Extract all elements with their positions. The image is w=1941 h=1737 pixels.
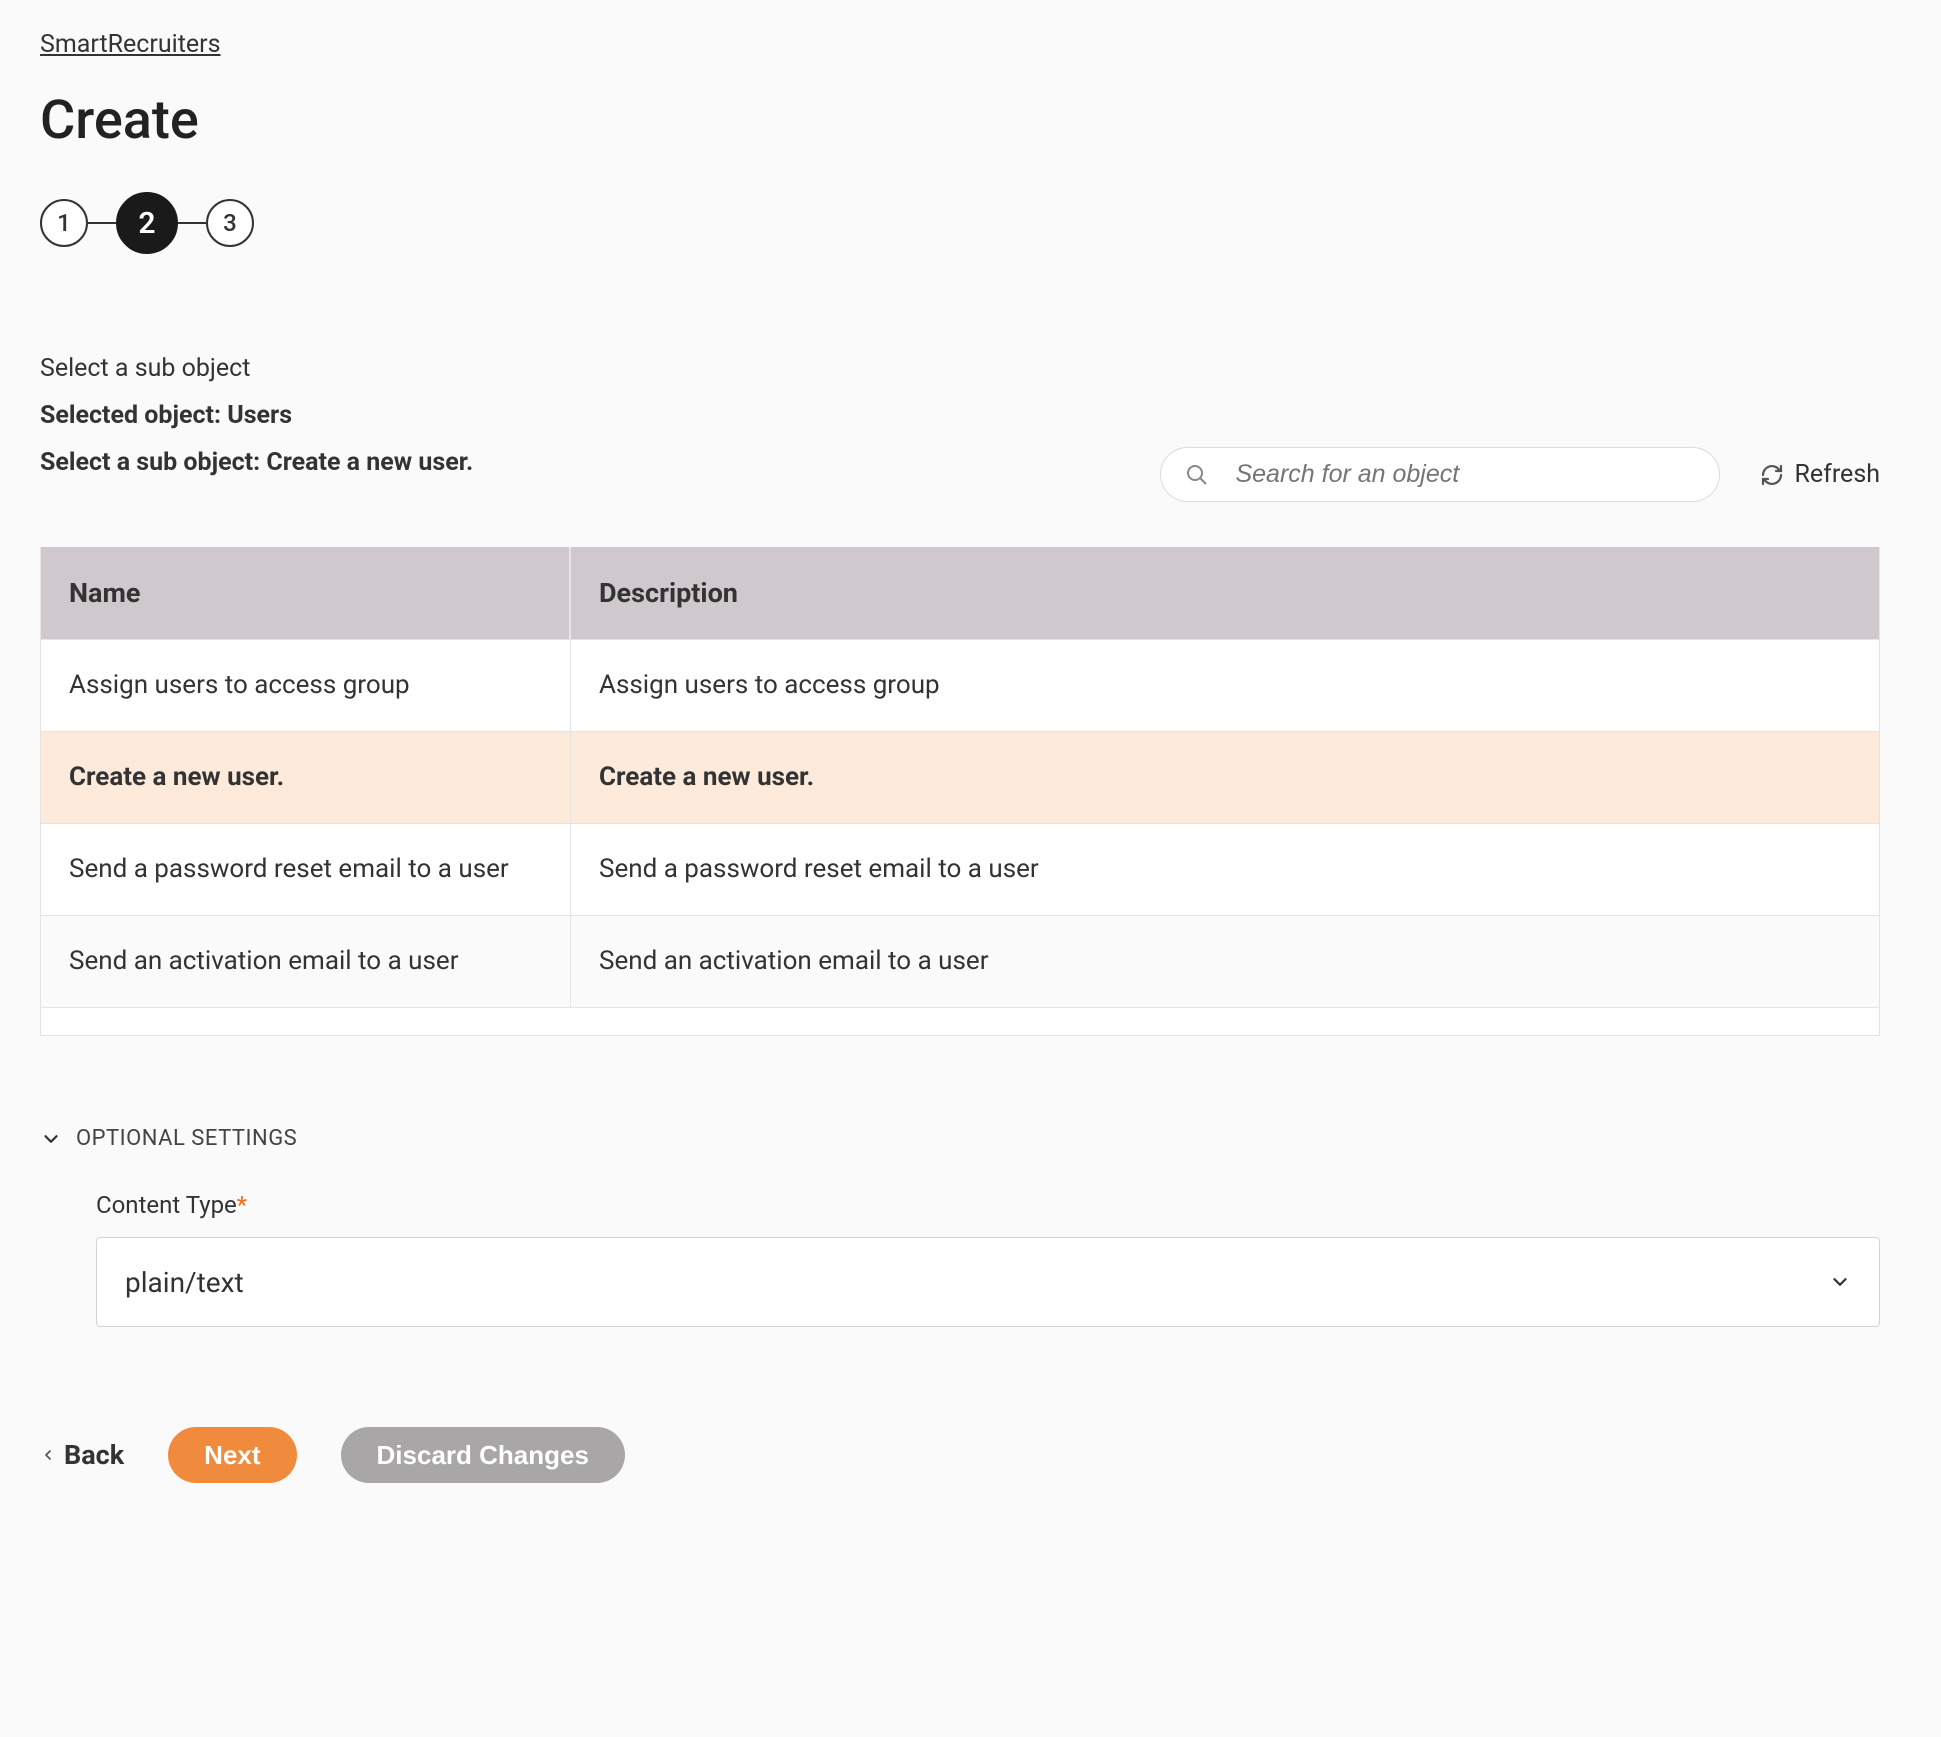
table-row[interactable]: Create a new user.Create a new user. [41, 731, 1879, 823]
content-type-select[interactable]: plain/text [96, 1237, 1880, 1327]
search-input[interactable] [1233, 459, 1695, 490]
back-button[interactable]: Back [40, 1439, 124, 1471]
stepper: 1 2 3 [40, 192, 1880, 254]
content-type-label: Content Type* [96, 1191, 1880, 1219]
header-name: Name [41, 547, 571, 639]
required-mark: * [237, 1191, 247, 1219]
next-button[interactable]: Next [168, 1427, 296, 1483]
chevron-left-icon [40, 1444, 56, 1466]
discard-button[interactable]: Discard Changes [341, 1427, 625, 1483]
step-line [178, 222, 206, 224]
content-type-value: plain/text [125, 1266, 244, 1299]
selected-object-prefix: Selected object: [40, 401, 227, 430]
refresh-icon [1760, 463, 1784, 487]
selected-object-line: Selected object: Users [40, 401, 1880, 430]
objects-table: Name Description Assign users to access … [40, 547, 1880, 1036]
step-line [88, 222, 116, 224]
table-row[interactable]: Send an activation email to a userSend a… [41, 915, 1879, 1007]
table-footer [41, 1007, 1879, 1035]
table-row[interactable]: Send a password reset email to a userSen… [41, 823, 1879, 915]
step-2[interactable]: 2 [116, 192, 178, 254]
back-label: Back [64, 1439, 124, 1471]
page-title: Create [40, 89, 1880, 152]
select-sub-object-label: Select a sub object [40, 354, 1880, 383]
optional-settings-toggle[interactable]: OPTIONAL SETTINGS [40, 1126, 1880, 1151]
table-header-row: Name Description [41, 547, 1879, 639]
cell-description: Send an activation email to a user [571, 916, 1879, 1007]
cell-name: Send a password reset email to a user [41, 824, 571, 915]
step-1[interactable]: 1 [40, 199, 88, 247]
breadcrumb-link[interactable]: SmartRecruiters [40, 30, 221, 59]
cell-name: Assign users to access group [41, 640, 571, 731]
search-box[interactable] [1160, 447, 1720, 502]
cell-name: Create a new user. [41, 732, 571, 823]
cell-description: Create a new user. [571, 732, 1879, 823]
optional-settings-label: OPTIONAL SETTINGS [76, 1126, 297, 1151]
refresh-label: Refresh [1794, 460, 1880, 489]
cell-description: Send a password reset email to a user [571, 824, 1879, 915]
search-icon [1185, 463, 1209, 487]
table-row[interactable]: Assign users to access groupAssign users… [41, 639, 1879, 731]
selected-object-value: Users [227, 401, 292, 430]
step-3[interactable]: 3 [206, 199, 254, 247]
cell-description: Assign users to access group [571, 640, 1879, 731]
chevron-down-icon [1829, 1271, 1851, 1293]
sub-object-value: Create a new user. [266, 448, 473, 477]
header-description: Description [571, 547, 1879, 639]
chevron-down-icon [40, 1128, 62, 1150]
cell-name: Send an activation email to a user [41, 916, 571, 1007]
refresh-button[interactable]: Refresh [1760, 460, 1880, 489]
sub-object-prefix: Select a sub object: [40, 448, 266, 477]
